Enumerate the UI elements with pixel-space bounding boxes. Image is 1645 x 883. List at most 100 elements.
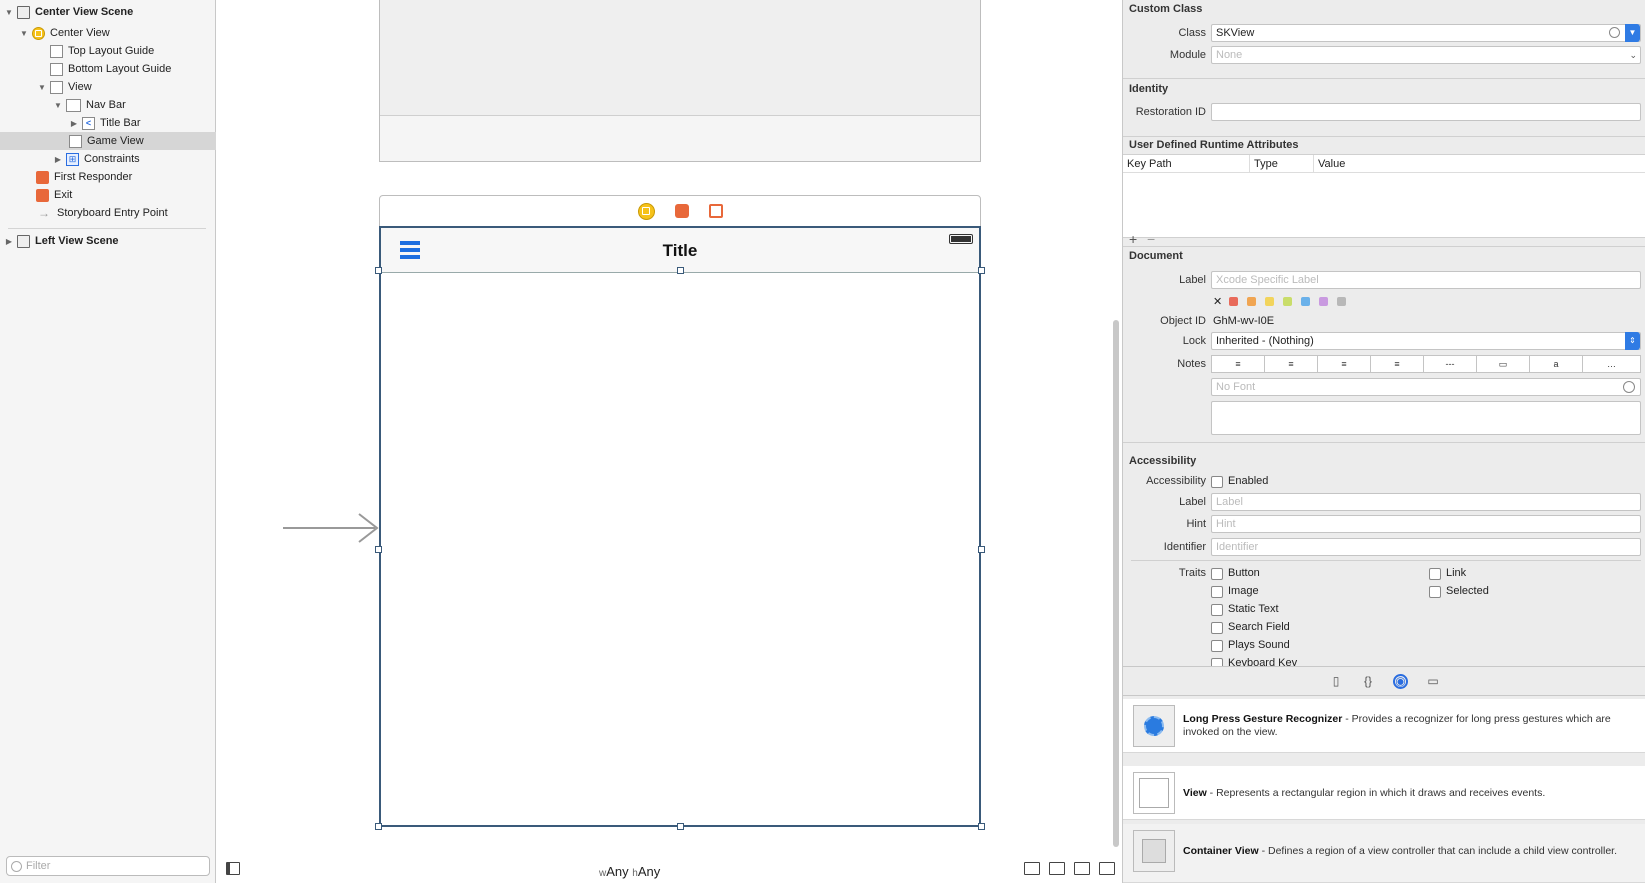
code-snippet-icon[interactable]: {} — [1361, 674, 1375, 688]
scene-above[interactable] — [379, 0, 981, 162]
font-picker-icon[interactable] — [1623, 381, 1635, 393]
trait-static-text-checkbox[interactable] — [1211, 604, 1223, 616]
chevron-down-icon[interactable]: ▼ — [1625, 24, 1640, 42]
column-header-type[interactable]: Type — [1249, 155, 1278, 173]
resize-handle[interactable] — [978, 823, 985, 830]
game-view-scene[interactable]: Title — [379, 226, 981, 827]
color-swatch-green[interactable] — [1283, 297, 1292, 306]
resize-handle[interactable] — [677, 267, 684, 274]
resize-handle[interactable] — [375, 823, 382, 830]
disclosure-closed-icon[interactable]: ▶ — [4, 237, 14, 246]
trait-link-checkbox[interactable] — [1429, 568, 1441, 580]
remove-attribute-button[interactable]: − — [1147, 231, 1155, 247]
lock-select[interactable]: Inherited - (Nothing) ⇕ — [1211, 332, 1641, 350]
module-field[interactable]: None ⌄ — [1211, 46, 1641, 64]
color-swatch-blue[interactable] — [1301, 297, 1310, 306]
outline-row-game-view[interactable]: Game View — [0, 132, 216, 150]
text-color-icon[interactable]: ▭ — [1476, 355, 1530, 373]
hint-field[interactable]: Hint — [1211, 515, 1641, 533]
color-swatch-purple[interactable] — [1319, 297, 1328, 306]
view-controller-icon[interactable] — [637, 202, 655, 220]
disclosure-open-icon[interactable]: ▼ — [4, 8, 14, 17]
align-justify-icon[interactable]: ≡ — [1370, 355, 1424, 373]
outline-label: Center View Scene — [35, 6, 134, 18]
more-options-icon[interactable]: … — [1582, 355, 1641, 373]
attributes-table[interactable]: Key Path Type Value — [1123, 154, 1645, 238]
align-center-icon[interactable]: ≡ — [1264, 355, 1318, 373]
outline-row-storyboard-entry-point[interactable]: → Storyboard Entry Point — [0, 204, 216, 222]
navigation-bar-icon — [66, 98, 81, 112]
color-swatch-red[interactable] — [1229, 297, 1238, 306]
add-attribute-button[interactable]: + — [1129, 231, 1137, 247]
chevron-down-icon[interactable]: ⌄ — [1629, 47, 1637, 63]
column-header-keypath[interactable]: Key Path — [1127, 158, 1172, 170]
disclosure-closed-icon[interactable]: ▶ — [69, 119, 79, 128]
media-library-icon[interactable]: ▭ — [1426, 674, 1440, 688]
outline-row-bottom-layout-guide[interactable]: Bottom Layout Guide — [0, 60, 216, 78]
chevron-updown-icon[interactable]: ⇕ — [1625, 332, 1640, 350]
lock-value: Inherited - (Nothing) — [1216, 335, 1314, 347]
color-swatch-gray[interactable] — [1337, 297, 1346, 306]
object-library-icon[interactable]: ◉ — [1393, 673, 1408, 689]
doc-label-field[interactable]: Xcode Specific Label — [1211, 271, 1641, 289]
outline-row-first-responder[interactable]: First Responder — [0, 168, 216, 186]
file-template-icon[interactable]: ▯ — [1329, 674, 1343, 688]
resize-handle[interactable] — [375, 267, 382, 274]
color-swatch-yellow[interactable] — [1265, 297, 1274, 306]
entry-point-arrow-icon[interactable] — [283, 510, 383, 546]
library-item-view[interactable]: View - Represents a rectangular region i… — [1123, 766, 1645, 820]
toggle-outline-icon[interactable] — [226, 862, 240, 875]
trait-keyboard-key-checkbox[interactable] — [1211, 658, 1223, 666]
outline-row-constraints[interactable]: ▶ ⊞ Constraints — [0, 150, 216, 168]
resize-handle[interactable] — [677, 823, 684, 830]
library-item-container-view[interactable]: Container View - Defines a region of a v… — [1123, 824, 1645, 883]
trait-plays-sound-checkbox[interactable] — [1211, 640, 1223, 652]
canvas-scrollbar[interactable] — [1113, 320, 1119, 847]
outline-filter-field[interactable]: Filter — [6, 856, 210, 876]
align-icon[interactable] — [1049, 862, 1065, 875]
column-header-value[interactable]: Value — [1313, 155, 1345, 173]
outline-row-title-bar[interactable]: ▶ < Title Bar — [0, 114, 216, 132]
acc-label-field[interactable]: Label — [1211, 493, 1641, 511]
background-color-icon[interactable]: a — [1529, 355, 1583, 373]
outline-row-view[interactable]: ▼ View — [0, 78, 216, 96]
resize-handle[interactable] — [978, 546, 985, 553]
resolve-issues-icon[interactable] — [1099, 862, 1115, 875]
align-natural-icon[interactable]: --- — [1423, 355, 1477, 373]
pin-icon[interactable] — [1074, 862, 1090, 875]
trait-search-field-checkbox[interactable] — [1211, 622, 1223, 634]
trait-image-checkbox[interactable] — [1211, 586, 1223, 598]
outline-row-left-view-scene[interactable]: ▶ Left View Scene — [0, 232, 216, 250]
outline-row-center-view[interactable]: ▼ Center View — [0, 24, 216, 42]
trait-selected-checkbox[interactable] — [1429, 586, 1441, 598]
outline-row-exit[interactable]: Exit — [0, 186, 216, 204]
align-left-icon[interactable]: ≡ — [1211, 355, 1265, 373]
first-responder-icon[interactable] — [674, 204, 689, 218]
disclosure-closed-icon[interactable]: ▶ — [53, 155, 63, 164]
notes-font-field[interactable]: No Font — [1211, 378, 1641, 396]
restoration-id-field[interactable] — [1211, 103, 1641, 121]
disclosure-open-icon[interactable]: ▼ — [19, 29, 29, 38]
clear-color-icon[interactable]: ✕ — [1213, 295, 1222, 308]
disclosure-open-icon[interactable]: ▼ — [53, 101, 63, 110]
outline-row-top-layout-guide[interactable]: Top Layout Guide — [0, 42, 216, 60]
trait-button-checkbox[interactable] — [1211, 568, 1223, 580]
accessibility-enabled-checkbox[interactable] — [1211, 476, 1223, 488]
outline-row-nav-bar[interactable]: ▼ Nav Bar — [0, 96, 216, 114]
notes-text-area[interactable] — [1211, 401, 1641, 435]
class-field[interactable]: SKView ▼ — [1211, 24, 1641, 42]
resize-handle[interactable] — [978, 267, 985, 274]
embed-in-stack-icon[interactable] — [1024, 862, 1040, 875]
identifier-field[interactable]: Identifier — [1211, 538, 1641, 556]
resize-handle[interactable] — [375, 546, 382, 553]
section-header: Document — [1129, 250, 1183, 262]
storyboard-canvas[interactable]: Title wAny hAny — [217, 0, 1122, 883]
disclosure-open-icon[interactable]: ▼ — [37, 83, 47, 92]
size-class-selector[interactable]: wAny hAny — [599, 864, 660, 879]
exit-icon[interactable] — [708, 204, 723, 218]
outline-row-center-view-scene[interactable]: ▼ Center View Scene — [0, 3, 216, 21]
align-right-icon[interactable]: ≡ — [1317, 355, 1371, 373]
go-arrow-icon[interactable] — [1609, 27, 1620, 38]
library-item-long-press[interactable]: Long Press Gesture Recognizer - Provides… — [1123, 699, 1645, 753]
color-swatch-orange[interactable] — [1247, 297, 1256, 306]
